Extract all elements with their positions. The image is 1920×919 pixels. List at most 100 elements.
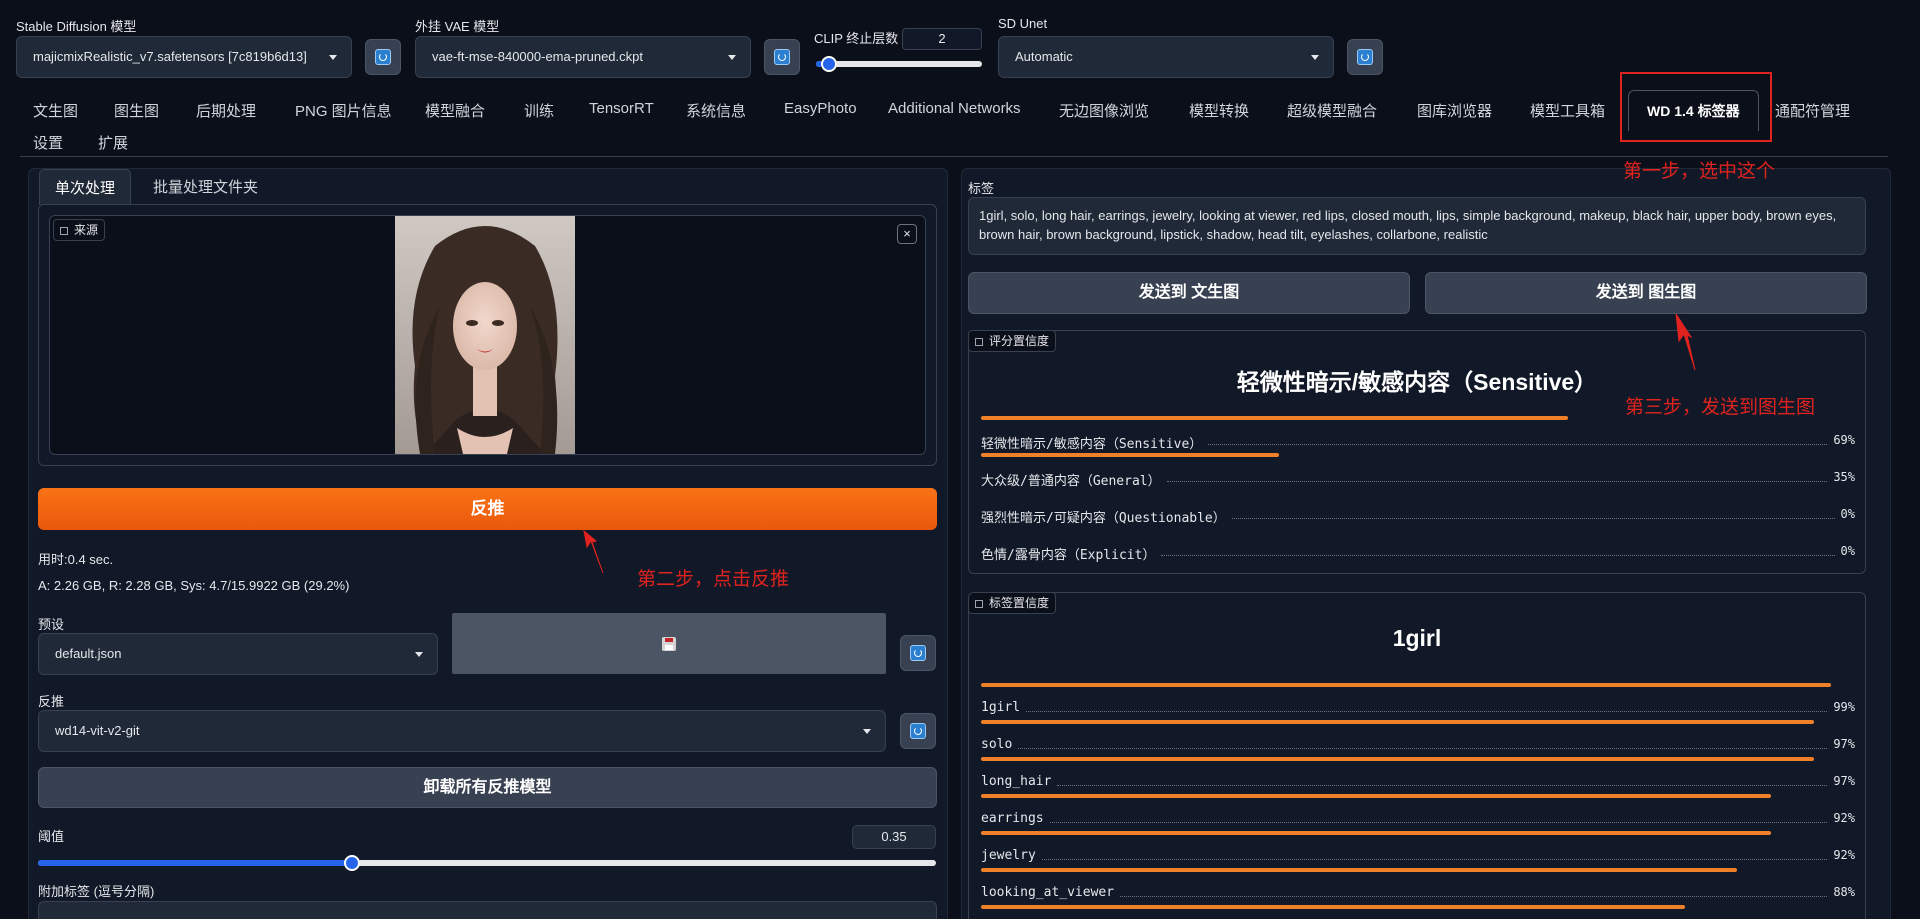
sd-model-dropdown[interactable]: majicmixRealistic_v7.safetensors [7c819b… (16, 36, 352, 78)
dotted-leader (1161, 555, 1835, 556)
threshold-slider[interactable] (38, 855, 936, 871)
tab-additional-networks[interactable]: Additional Networks (888, 100, 1021, 117)
tab-img2img[interactable]: 图生图 (114, 100, 159, 121)
dotted-leader (1026, 711, 1828, 712)
send-to-img2img-button[interactable]: 发送到 图生图 (1425, 272, 1867, 314)
dotted-leader (1049, 822, 1828, 823)
confidence-name: jewelry (981, 848, 1036, 863)
tab-wildcards[interactable]: 通配符管理 (1775, 100, 1850, 121)
refresh-icon (774, 49, 790, 65)
interrogator-value: wd14-vit-v2-git (55, 723, 140, 738)
confidence-name: 1girl (981, 700, 1021, 715)
interrogator-refresh-button[interactable] (900, 713, 936, 749)
tab-png-info[interactable]: PNG 图片信息 (295, 100, 392, 121)
vae-label: 外挂 VAE 模型 (415, 19, 500, 34)
source-image-dropzone[interactable]: 来源 × (49, 215, 926, 455)
confidence-row: 1girl 99% (981, 683, 1855, 718)
unload-models-button[interactable]: 卸载所有反推模型 (38, 767, 937, 808)
tags-output[interactable]: 1girl, solo, long hair, earrings, jewelr… (968, 197, 1866, 255)
confidence-name: 轻微性暗示/敏感内容（Sensitive） (981, 437, 1203, 452)
clip-slider-thumb[interactable] (821, 56, 837, 72)
step1-annotation: 第一步，选中这个 (1623, 161, 1776, 182)
confidence-bar (981, 905, 1685, 909)
sd-refresh-button[interactable] (365, 39, 401, 75)
dotted-leader (1208, 444, 1828, 445)
threshold-value-input[interactable]: 0.35 (852, 825, 936, 849)
tab-batch-folder[interactable]: 批量处理文件夹 (153, 176, 258, 197)
sd-model-label: Stable Diffusion 模型 (16, 19, 137, 34)
vae-value: vae-ft-mse-840000-ema-pruned.ckpt (432, 49, 643, 64)
tab-tensorrt[interactable]: TensorRT (589, 100, 654, 117)
rating-confidence-box: 评分置信度 轻微性暗示/敏感内容（Sensitive） 轻微性暗示/敏感内容（S… (968, 330, 1866, 574)
tab-infinite-browser[interactable]: 无边图像浏览 (1059, 100, 1149, 121)
preset-refresh-button[interactable] (900, 635, 936, 671)
vae-refresh-button[interactable] (764, 39, 800, 75)
tab-easyphoto[interactable]: EasyPhoto (784, 100, 857, 117)
refresh-icon (910, 723, 926, 739)
tab-super-merge[interactable]: 超级模型融合 (1287, 100, 1377, 121)
refresh-icon (375, 49, 391, 65)
confidence-percent: 88% (1833, 885, 1855, 899)
tab-settings[interactable]: 设置 (33, 132, 63, 153)
source-image-container: 来源 × (38, 204, 937, 466)
model-bar: Stable Diffusion 模型 majicmixRealistic_v7… (0, 0, 1920, 80)
tab-gallery[interactable]: 图库浏览器 (1417, 100, 1492, 121)
tab-txt2img[interactable]: 文生图 (33, 100, 78, 121)
tab-model-toolkit[interactable]: 模型工具箱 (1530, 100, 1605, 121)
tab-train[interactable]: 训练 (524, 100, 554, 121)
confidence-percent: 97% (1833, 737, 1855, 751)
tab-merge[interactable]: 模型融合 (425, 100, 485, 121)
chevron-down-icon (329, 55, 337, 60)
confidence-row: jewelry 92% (981, 831, 1855, 866)
source-label-chip: 来源 (53, 219, 106, 241)
clip-value-input[interactable]: 2 (902, 28, 982, 50)
unet-dropdown[interactable]: Automatic (998, 36, 1334, 78)
dotted-leader (1018, 748, 1828, 749)
confidence-percent: 0% (1840, 507, 1855, 521)
tab-divider (20, 156, 1888, 157)
refresh-icon (910, 645, 926, 661)
interrogator-dropdown[interactable]: wd14-vit-v2-git (38, 710, 886, 752)
confidence-row: 大众级/普通内容（General） 35% (981, 453, 1855, 489)
confidence-row: looking_at_viewer 88% (981, 868, 1855, 903)
interrogate-button[interactable]: 反推 (38, 488, 937, 530)
save-preset-button[interactable] (452, 613, 886, 674)
confidence-bar (981, 720, 1814, 724)
tab-extras[interactable]: 后期处理 (196, 100, 256, 121)
sd-model-value: majicmixRealistic_v7.safetensors [7c819b… (33, 49, 307, 64)
confidence-percent: 35% (1833, 470, 1855, 484)
tab-system-info[interactable]: 系统信息 (686, 100, 746, 121)
confidence-bar (981, 416, 1568, 420)
preset-value: default.json (55, 646, 122, 661)
rating-confidence-label: 评分置信度 (989, 334, 1050, 348)
chevron-down-icon (728, 55, 736, 60)
send-to-txt2img-button[interactable]: 发送到 文生图 (968, 272, 1410, 314)
preset-dropdown[interactable]: default.json (38, 633, 438, 675)
confidence-bar (981, 794, 1771, 798)
close-image-button[interactable]: × (897, 224, 917, 244)
dotted-leader (1166, 481, 1828, 482)
confidence-percent: 97% (1833, 774, 1855, 788)
dotted-leader (1231, 518, 1835, 519)
clip-slider[interactable] (816, 56, 982, 72)
tag-top-label: 1girl (1392, 625, 1442, 651)
confidence-name: 强烈性暗示/可疑内容（Questionable） (981, 511, 1226, 526)
extra-tags-input[interactable] (38, 901, 937, 919)
tab-single-process[interactable]: 单次处理 (39, 169, 132, 205)
step2-annotation: 第二步，点击反推 (637, 569, 790, 590)
chart-icon (975, 338, 983, 346)
refresh-icon (1357, 49, 1373, 65)
unet-value: Automatic (1015, 49, 1073, 64)
tab-model-convert[interactable]: 模型转换 (1189, 100, 1249, 121)
threshold-slider-fill (38, 860, 352, 866)
image-icon (60, 227, 68, 235)
clip-label: CLIP 终止层数 (814, 31, 899, 46)
tab-extensions[interactable]: 扩展 (98, 132, 128, 153)
confidence-name: looking_at_viewer (981, 885, 1115, 900)
threshold-slider-thumb[interactable] (344, 855, 360, 871)
vae-dropdown[interactable]: vae-ft-mse-840000-ema-pruned.ckpt (415, 36, 751, 78)
time-text: 用时:0.4 sec. (38, 552, 114, 567)
confidence-name: 色情/露骨内容（Explicit） (981, 548, 1156, 563)
unet-refresh-button[interactable] (1347, 39, 1383, 75)
confidence-row: 强烈性暗示/可疑内容（Questionable） 0% (981, 507, 1855, 526)
